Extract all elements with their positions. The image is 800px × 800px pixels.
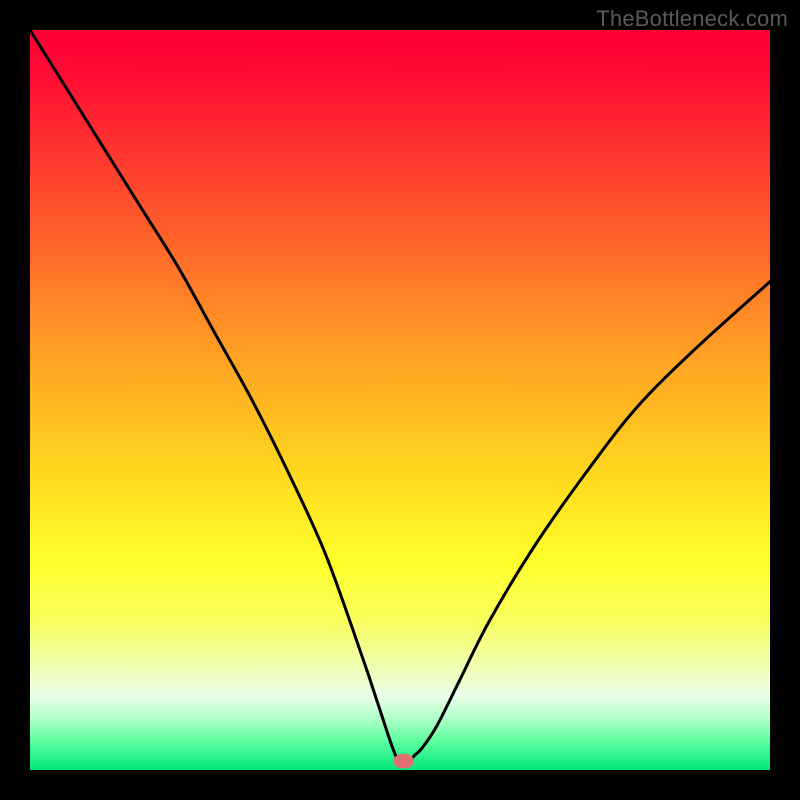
minimum-marker: [393, 754, 414, 769]
bottleneck-chart: [30, 30, 770, 770]
plot-area: [30, 30, 770, 770]
attribution-text: TheBottleneck.com: [596, 6, 788, 32]
gradient-background: [30, 30, 770, 770]
